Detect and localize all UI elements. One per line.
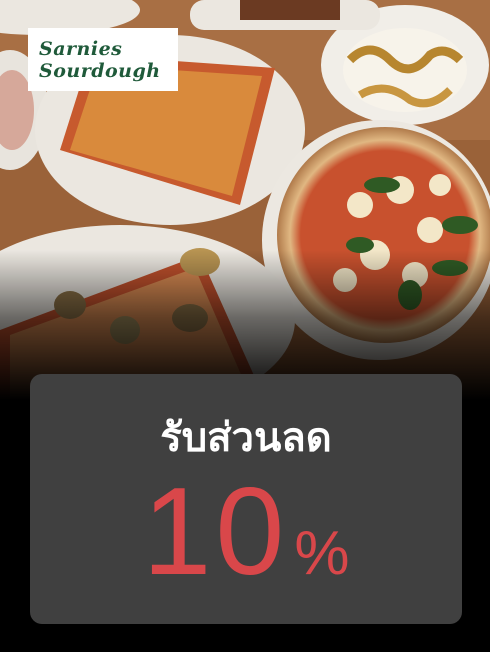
discount-headline: รับส่วนลด bbox=[160, 416, 332, 460]
discount-number: 10 bbox=[142, 463, 289, 601]
logo-line-2: Sourdough bbox=[39, 59, 161, 82]
logo-line-1: Sarnies bbox=[39, 37, 123, 60]
food-photo: Sarnies Sourdough bbox=[0, 0, 490, 400]
discount-value: 10% bbox=[30, 462, 462, 602]
percent-sign: % bbox=[294, 519, 350, 588]
discount-card: รับส่วนลด 10% bbox=[30, 374, 462, 624]
brand-logo: Sarnies Sourdough bbox=[28, 28, 178, 91]
